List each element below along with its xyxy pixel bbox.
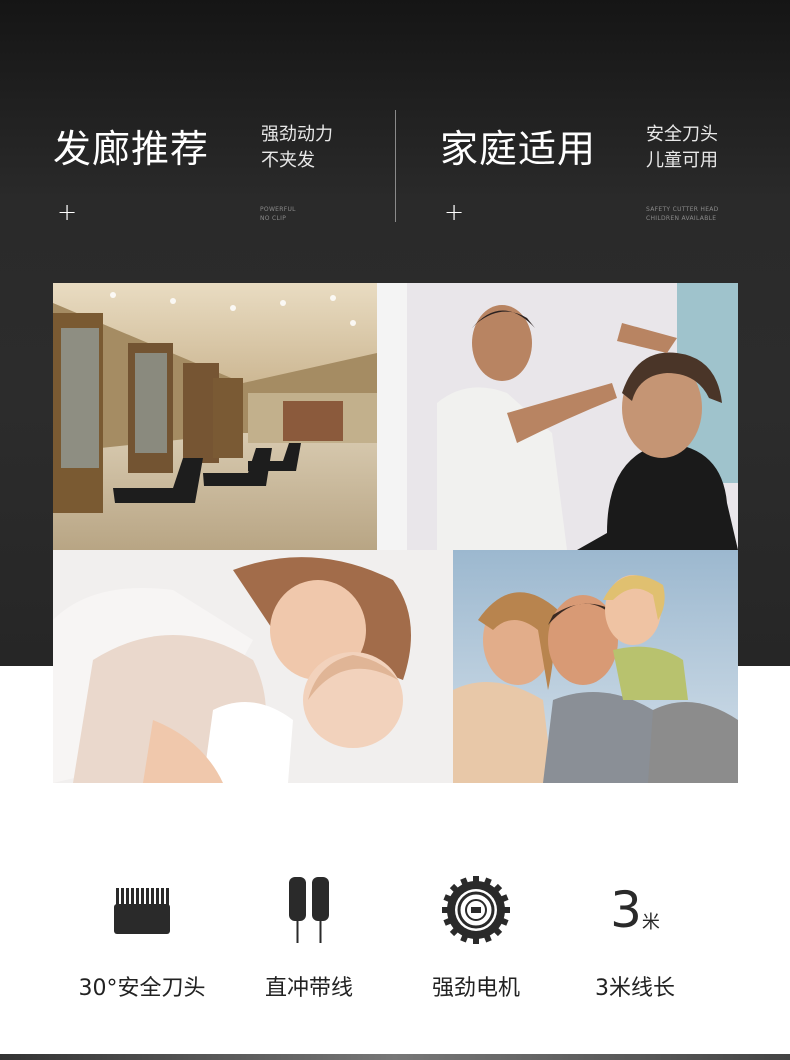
barber-cutting-hair-photo [377, 283, 738, 550]
three-meter-number: 3 [610, 881, 642, 939]
home-sub-line2: 儿童可用 [646, 150, 718, 171]
feature-cord: 直冲带线 [224, 870, 394, 1002]
home-column: 家庭适用 [440, 118, 596, 173]
header-divider [395, 110, 396, 222]
feature-blade: 30°安全刀头 [57, 870, 227, 1002]
feature-motor-label: 强劲电机 [431, 976, 520, 1001]
salon-plus-icon: + [57, 198, 78, 226]
feature-motor: 强劲电机 [391, 870, 561, 1002]
power-cord-icon [224, 870, 394, 950]
salon-interior-photo [53, 283, 377, 550]
salon-sub-line1: 强劲动力 [261, 124, 333, 145]
salon-english-caption: POWERFUL NO CLIP [260, 205, 296, 223]
home-english-caption: SAFETY CUTTER HEAD CHILDREN AVAILABLE [646, 205, 719, 223]
home-sub-line1: 安全刀头 [646, 124, 718, 145]
salon-column: 发廊推荐 [53, 118, 209, 173]
mother-and-baby-photo [53, 550, 453, 783]
home-subtitle: 安全刀头 儿童可用 [646, 122, 718, 174]
home-title: 家庭适用 [440, 127, 597, 171]
family-photo [453, 550, 738, 783]
comb-blade-icon [57, 870, 227, 950]
salon-sub-line2: 不夹发 [261, 150, 315, 171]
feature-length: 3 米 3米线长 [550, 870, 720, 1002]
home-en-line1: SAFETY CUTTER HEAD [646, 206, 719, 213]
feature-blade-label: 30°安全刀头 [78, 976, 206, 1001]
three-meter-unit: 米 [641, 912, 660, 933]
salon-en-line1: POWERFUL [260, 206, 296, 213]
salon-title: 发廊推荐 [53, 127, 210, 171]
feature-row: 30°安全刀头 直冲带线 强劲电机 3 米 3米线长 [0, 870, 790, 1010]
bottom-edge-strip [0, 1054, 790, 1060]
home-plus-icon: + [444, 198, 465, 226]
salon-subtitle: 强劲动力 不夹发 [261, 122, 333, 174]
motor-gear-icon [391, 870, 561, 950]
salon-en-line2: NO CLIP [260, 215, 287, 222]
feature-cord-label: 直冲带线 [264, 976, 353, 1001]
feature-length-label: 3米线长 [595, 976, 675, 1001]
three-meter-icon: 3 米 [550, 870, 720, 950]
home-en-line2: CHILDREN AVAILABLE [646, 215, 717, 222]
